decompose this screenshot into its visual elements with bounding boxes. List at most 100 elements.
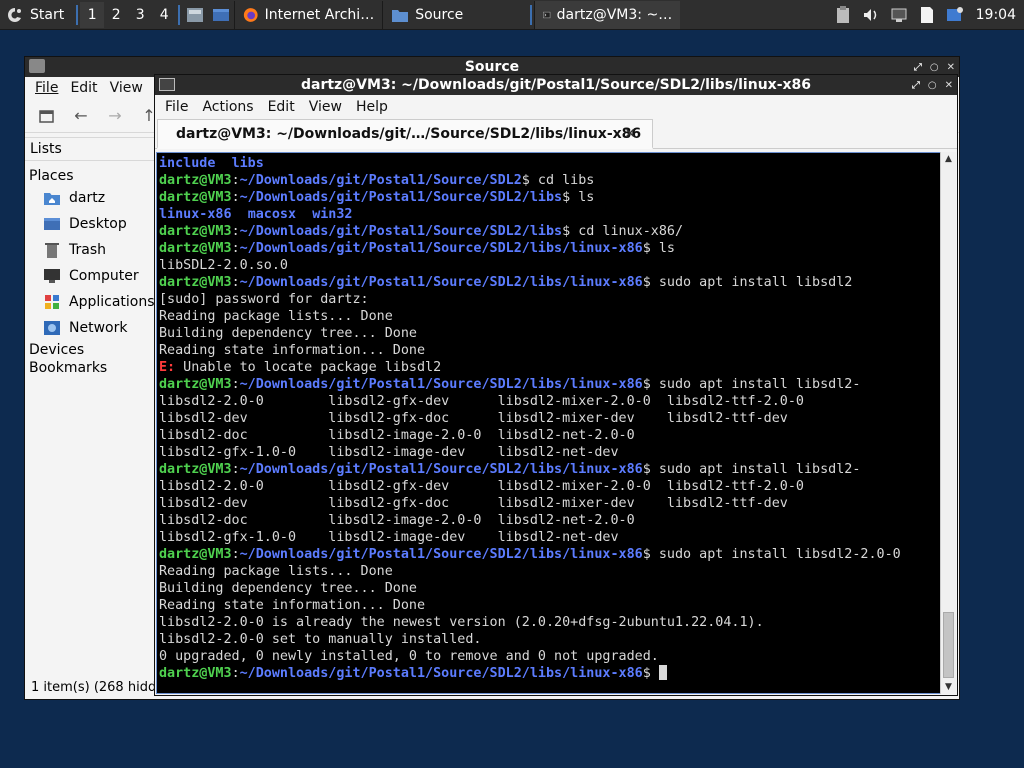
volume-icon[interactable] [860,4,882,26]
task-terminal[interactable]: dartz@VM3: ~… [534,0,681,29]
minimize-icon[interactable]: ⤢ [914,62,922,73]
network-tray-icon[interactable] [888,4,910,26]
terminal-text: $ ls [642,241,675,256]
taskbar-separator [530,4,533,25]
lists-selector[interactable]: Lists [25,137,155,161]
scroll-thumb[interactable] [943,612,954,678]
terminal-app-icon [159,78,175,91]
terminal-text: dartz@VM3 [159,275,232,290]
terminal-text: Unable to locate package libsdl2 [175,360,442,375]
scroll-up-icon[interactable]: ▲ [941,152,956,166]
terminal-cursor [658,665,667,680]
terminal-text: libsdl2-2.0-0 set to manually installed. [159,632,482,647]
workspace-1[interactable]: 1 [80,1,105,28]
bookmarks-heading[interactable]: Bookmarks [25,359,155,377]
workspace-2[interactable]: 2 [104,2,128,28]
place-home[interactable]: dartz [25,185,155,211]
terminal-line: Building dependency tree... Done [159,580,941,597]
workspace-4[interactable]: 4 [152,2,176,28]
terminal-text: : [231,275,240,290]
taskbar-separator [76,4,79,25]
clock[interactable]: 19:04 [976,7,1016,23]
notes-icon[interactable] [916,4,938,26]
scroll-down-icon[interactable]: ▼ [941,680,956,694]
menu-actions[interactable]: Actions [202,99,253,115]
menu-help[interactable]: Help [356,99,388,115]
place-network[interactable]: Network [25,315,155,341]
quick-launch-desktop-icon[interactable] [208,2,234,28]
terminal-line: libsdl2-doc libsdl2-image-2.0-0 libsdl2-… [159,427,941,444]
terminal-scrollbar[interactable]: ▲ ▼ [940,152,956,694]
update-icon[interactable] [944,4,966,26]
terminal-text: ~/Downloads/git/Postal1/Source/SDL2/libs… [239,462,643,477]
terminal-line: dartz@VM3:~/Downloads/git/Postal1/Source… [159,376,941,393]
terminal-titlebar[interactable]: dartz@VM3: ~/Downloads/git/Postal1/Sourc… [155,75,957,95]
terminal-text: E: [159,360,176,375]
tab-close-icon[interactable]: ✕ [624,126,636,142]
terminal-text: ~/Downloads/git/Postal1/Source/SDL2/libs [239,224,563,239]
terminal-line: libsdl2-2.0-0 libsdl2-gfx-dev libsdl2-mi… [159,393,941,410]
terminal-text: Reading state information... Done [159,598,426,613]
place-applications[interactable]: Applications [25,289,155,315]
close-icon[interactable]: ✕ [947,62,955,73]
close-icon[interactable]: ✕ [945,80,953,91]
terminal-text: include [159,156,216,171]
terminal-output[interactable]: include libs dartz@VM3:~/Downloads/git/Po… [156,152,942,694]
terminal-line: Reading state information... Done [159,597,941,614]
terminal-line: dartz@VM3:~/Downloads/git/Postal1/Source… [159,223,941,240]
terminal-text: libsdl2-gfx-1.0-0 libsdl2-image-dev libs… [159,445,619,460]
start-button[interactable]: Start [0,0,74,30]
place-trash[interactable]: Trash [25,237,155,263]
minimize-icon[interactable]: ⤢ [912,80,920,91]
terminal-text: $ sudo apt install libsdl2- [642,377,861,392]
place-label: Desktop [69,216,127,232]
menu-view[interactable]: View [110,80,143,96]
terminal-text: libsdl2-dev libsdl2-gfx-doc libsdl2-mixe… [159,496,788,511]
terminal-text: dartz@VM3 [159,666,232,681]
start-menu-icon [8,7,21,22]
task-label: dartz@VM3: ~… [556,6,673,23]
terminal-tab[interactable]: dartz@VM3: ~/Downloads/git/…/Source/SDL2… [157,119,653,149]
workspace-3[interactable]: 3 [128,2,152,28]
terminal-text: libs [231,156,264,171]
terminal-line: 0 upgraded, 0 newly installed, 0 to remo… [159,648,941,665]
new-tab-icon[interactable] [35,104,59,128]
places-heading[interactable]: Places [25,167,155,185]
trash-icon [43,241,61,259]
terminal-line: libsdl2-dev libsdl2-gfx-doc libsdl2-mixe… [159,410,941,427]
file-manager-sidebar: Lists Places dartz Desktop Trash Compute… [25,137,155,679]
task-label: Source [415,6,464,23]
terminal-text: dartz@VM3 [159,377,232,392]
terminal-text: Building dependency tree... Done [159,326,417,341]
clipboard-icon[interactable] [832,4,854,26]
network-icon [43,319,61,337]
terminal-text: libsdl2-gfx-1.0-0 libsdl2-image-dev libs… [159,530,619,545]
window-title: Source [464,59,520,75]
terminal-text: dartz@VM3 [159,241,232,256]
back-icon[interactable]: ← [69,104,93,128]
quick-launch-files-icon[interactable] [182,2,208,28]
place-label: Computer [69,268,139,284]
menu-file[interactable]: File [35,80,58,96]
menu-file[interactable]: File [165,99,188,115]
maximize-icon[interactable]: ○ [928,80,937,91]
menu-view[interactable]: View [309,99,342,115]
terminal-line: E: Unable to locate package libsdl2 [159,359,941,376]
maximize-icon[interactable]: ○ [930,62,939,73]
terminal-text: dartz@VM3 [159,462,232,477]
forward-icon[interactable]: → [103,104,127,128]
task-label: Internet Archi… [264,6,375,23]
place-desktop[interactable]: Desktop [25,211,155,237]
menu-edit[interactable]: Edit [268,99,295,115]
place-computer[interactable]: Computer [25,263,155,289]
terminal-line: libSDL2-2.0.so.0 [159,257,941,274]
terminal-line: libsdl2-2.0-0 is already the newest vers… [159,614,941,631]
terminal-line: dartz@VM3:~/Downloads/git/Postal1/Source… [159,546,941,563]
devices-heading[interactable]: Devices [25,341,155,359]
terminal-line: Reading package lists... Done [159,308,941,325]
terminal-line: Building dependency tree... Done [159,325,941,342]
menu-edit[interactable]: Edit [70,80,97,96]
task-source[interactable]: Source [382,0,528,29]
task-internet-archive[interactable]: Internet Archi… [234,0,382,29]
